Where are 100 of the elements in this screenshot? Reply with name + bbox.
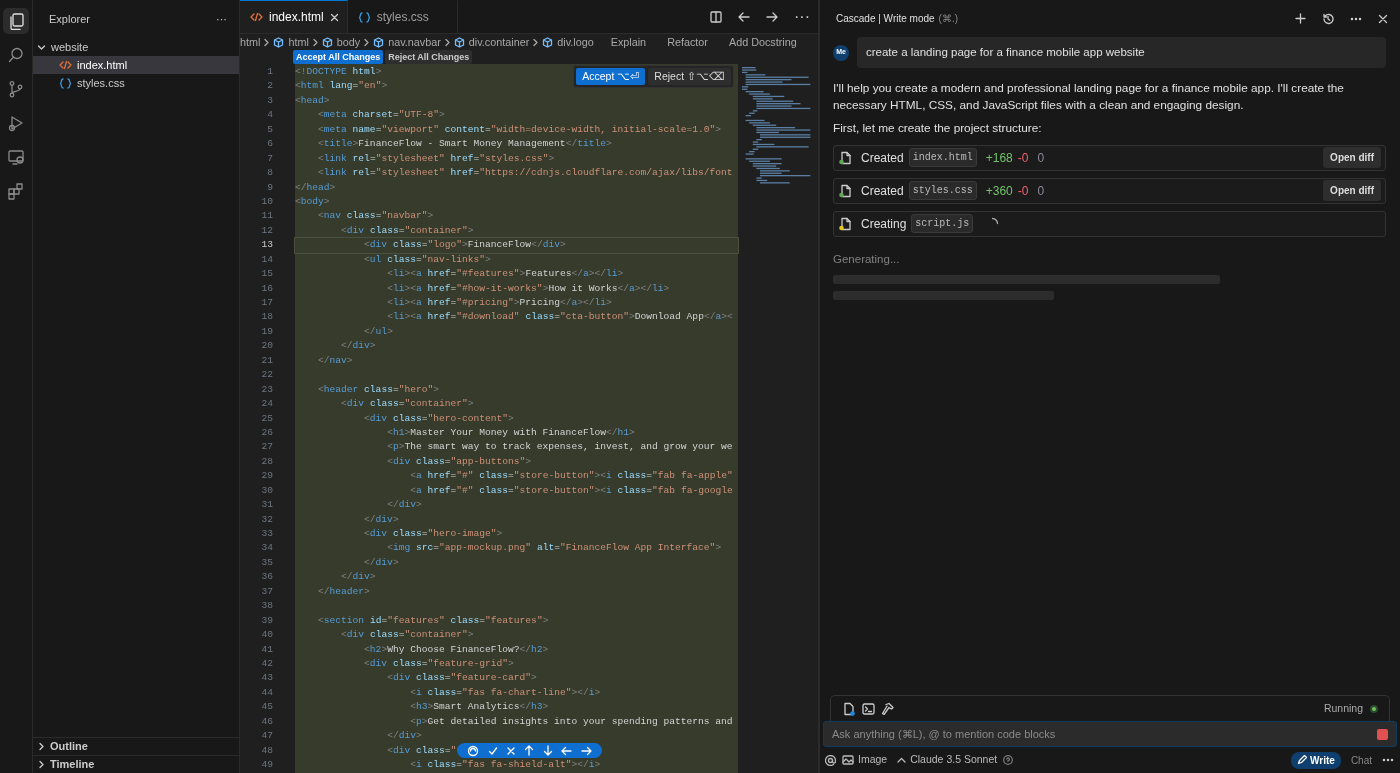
code-line: <a href="#" class="store-button"><i class="fab fa-google (409, 484, 733, 496)
breadcrumb-item[interactable]: html (273, 34, 309, 50)
model-selector[interactable]: Claude 3.5 Sonnet (897, 752, 998, 768)
mode-tab[interactable]: Chat (1344, 751, 1378, 769)
accept-button[interactable]: Accept ⌥⏎ (576, 68, 646, 85)
assistant-message: I'll help you create a modern and professional landing page for a finance mobile app. I'll create the necessary HTML, CSS, and JavaScript files with a clean and engaging design. (833, 80, 1345, 115)
breadcrumb-item[interactable]: div.container (453, 34, 530, 50)
chevron-icon[interactable] (37, 760, 46, 769)
image-button[interactable]: Image (842, 752, 888, 768)
code-line: <li><a href="#how-it-works">How it Works</a></li> (386, 282, 670, 294)
terminal-icon[interactable] (862, 702, 875, 715)
breadcrumb-item[interactable]: body (321, 34, 361, 50)
open-diff-button[interactable]: Open diff (1323, 180, 1381, 202)
files-icon[interactable] (7, 12, 25, 30)
line-number: 39 (260, 613, 274, 628)
section-header[interactable]: Timeline (50, 756, 95, 773)
line-number: 28 (260, 454, 274, 469)
editor-tab[interactable]: index.html (240, 0, 348, 33)
file-item[interactable]: index.html (33, 56, 239, 74)
plus-icon[interactable] (1295, 13, 1306, 24)
file-icon[interactable] (843, 701, 856, 716)
swirl-icon[interactable] (467, 744, 480, 757)
up-arrow-icon[interactable] (524, 745, 535, 756)
line-number: 29 (260, 469, 274, 484)
code-line: <title>FinanceFlow - Smart Money Management</title> (317, 138, 612, 150)
mode-tab[interactable]: Write (1291, 751, 1341, 769)
chevron-icon[interactable] (37, 742, 46, 751)
line-number: 47 (260, 729, 274, 744)
help-icon[interactable] (1003, 755, 1014, 765)
code-line: <h2>Why Choose FinanceFlow?</h2> (363, 643, 549, 655)
chevron-icon (263, 37, 271, 47)
file-name-tag: index.html (908, 148, 977, 168)
code-line: <head> (295, 94, 330, 106)
history-icon[interactable] (1322, 12, 1334, 25)
file-status-icon (838, 216, 852, 231)
right-arrow-icon[interactable] (580, 745, 592, 756)
code-line: <li><a href="#download" class="cta-button">Download App</a>< (386, 311, 733, 323)
left-arrow-icon[interactable] (561, 745, 573, 756)
run-debug-icon[interactable] (7, 114, 25, 132)
forward-arrow-icon[interactable] (766, 10, 778, 23)
line-number: 9 (266, 180, 274, 195)
removed-count: -0 (1017, 182, 1029, 200)
line-number: 21 (260, 353, 274, 368)
code-action-link[interactable]: Refactor (667, 34, 708, 50)
stop-button[interactable] (1377, 729, 1388, 740)
caret-icon (897, 757, 907, 763)
code-line: <meta name="viewport" content="width=device-width, initial-scale=1.0"> (317, 123, 722, 135)
line-number: 38 (260, 599, 274, 614)
chevron-icon[interactable] (37, 42, 46, 52)
check-icon[interactable] (487, 745, 498, 756)
line-number: 3 (266, 93, 274, 108)
more-icon[interactable] (1382, 758, 1394, 762)
line-number: 44 (260, 685, 274, 700)
code-line: <div class="container"> (340, 629, 474, 641)
file-item[interactable]: styles.css (33, 74, 239, 92)
hammer-icon[interactable] (881, 702, 894, 715)
braces-icon (59, 77, 72, 89)
braces-icon (357, 11, 371, 23)
line-number: 25 (260, 411, 274, 426)
pencil-icon (1297, 755, 1308, 765)
source-control-icon[interactable] (7, 80, 25, 98)
accept-all-button[interactable]: Accept All Changes (293, 50, 384, 64)
line-number: 5 (266, 122, 274, 137)
close-icon[interactable] (1378, 13, 1388, 24)
at-icon[interactable] (825, 754, 836, 766)
close-icon[interactable] (329, 12, 339, 22)
close-icon[interactable] (506, 745, 517, 756)
reject-all-button[interactable]: Reject All Changes (385, 50, 473, 64)
reject-button[interactable]: Reject ⇧⌥⌫ (648, 68, 731, 85)
code-line: </head> (295, 181, 336, 193)
file-status-icon (838, 183, 852, 198)
folder-item[interactable]: website (33, 38, 239, 56)
line-number: 11 (260, 209, 274, 224)
back-arrow-icon[interactable] (738, 10, 750, 23)
more-icon[interactable] (1350, 16, 1362, 21)
down-arrow-icon[interactable] (542, 745, 553, 756)
breadcrumb-item[interactable]: div.logo (542, 34, 594, 50)
code-line: <link rel="stylesheet" href="styles.css"> (317, 152, 555, 164)
search-icon[interactable] (7, 46, 25, 64)
more-button[interactable]: ··· (794, 4, 810, 29)
breadcrumb-item[interactable]: nav.navbar (373, 34, 441, 50)
code-action-link[interactable]: Explain (610, 34, 647, 50)
section-header[interactable]: Outline (50, 738, 88, 755)
line-number: 14 (260, 252, 274, 267)
open-diff-button[interactable]: Open diff (1323, 147, 1381, 169)
split-editor-icon[interactable] (710, 10, 722, 23)
monitor-icon[interactable] (7, 148, 25, 166)
more-button[interactable]: ··· (216, 10, 227, 28)
file-name-tag: script.js (911, 214, 974, 234)
code-action-link[interactable]: Add Docstring (728, 34, 797, 50)
breadcrumb-item[interactable]: html (240, 34, 261, 50)
line-number: 16 (260, 281, 274, 296)
code-line: <div class="container"> (340, 398, 474, 410)
cube-icon (373, 36, 385, 48)
added-count: +168 (985, 149, 1013, 167)
chat-input[interactable]: Ask anything (⌘L), @ to mention code blocks (823, 721, 1397, 747)
user-message: create a landing page for a finance mobile app website (857, 37, 1386, 69)
line-number: 42 (260, 656, 274, 671)
step-label: Created (861, 149, 904, 167)
extensions-icon[interactable] (7, 182, 25, 200)
